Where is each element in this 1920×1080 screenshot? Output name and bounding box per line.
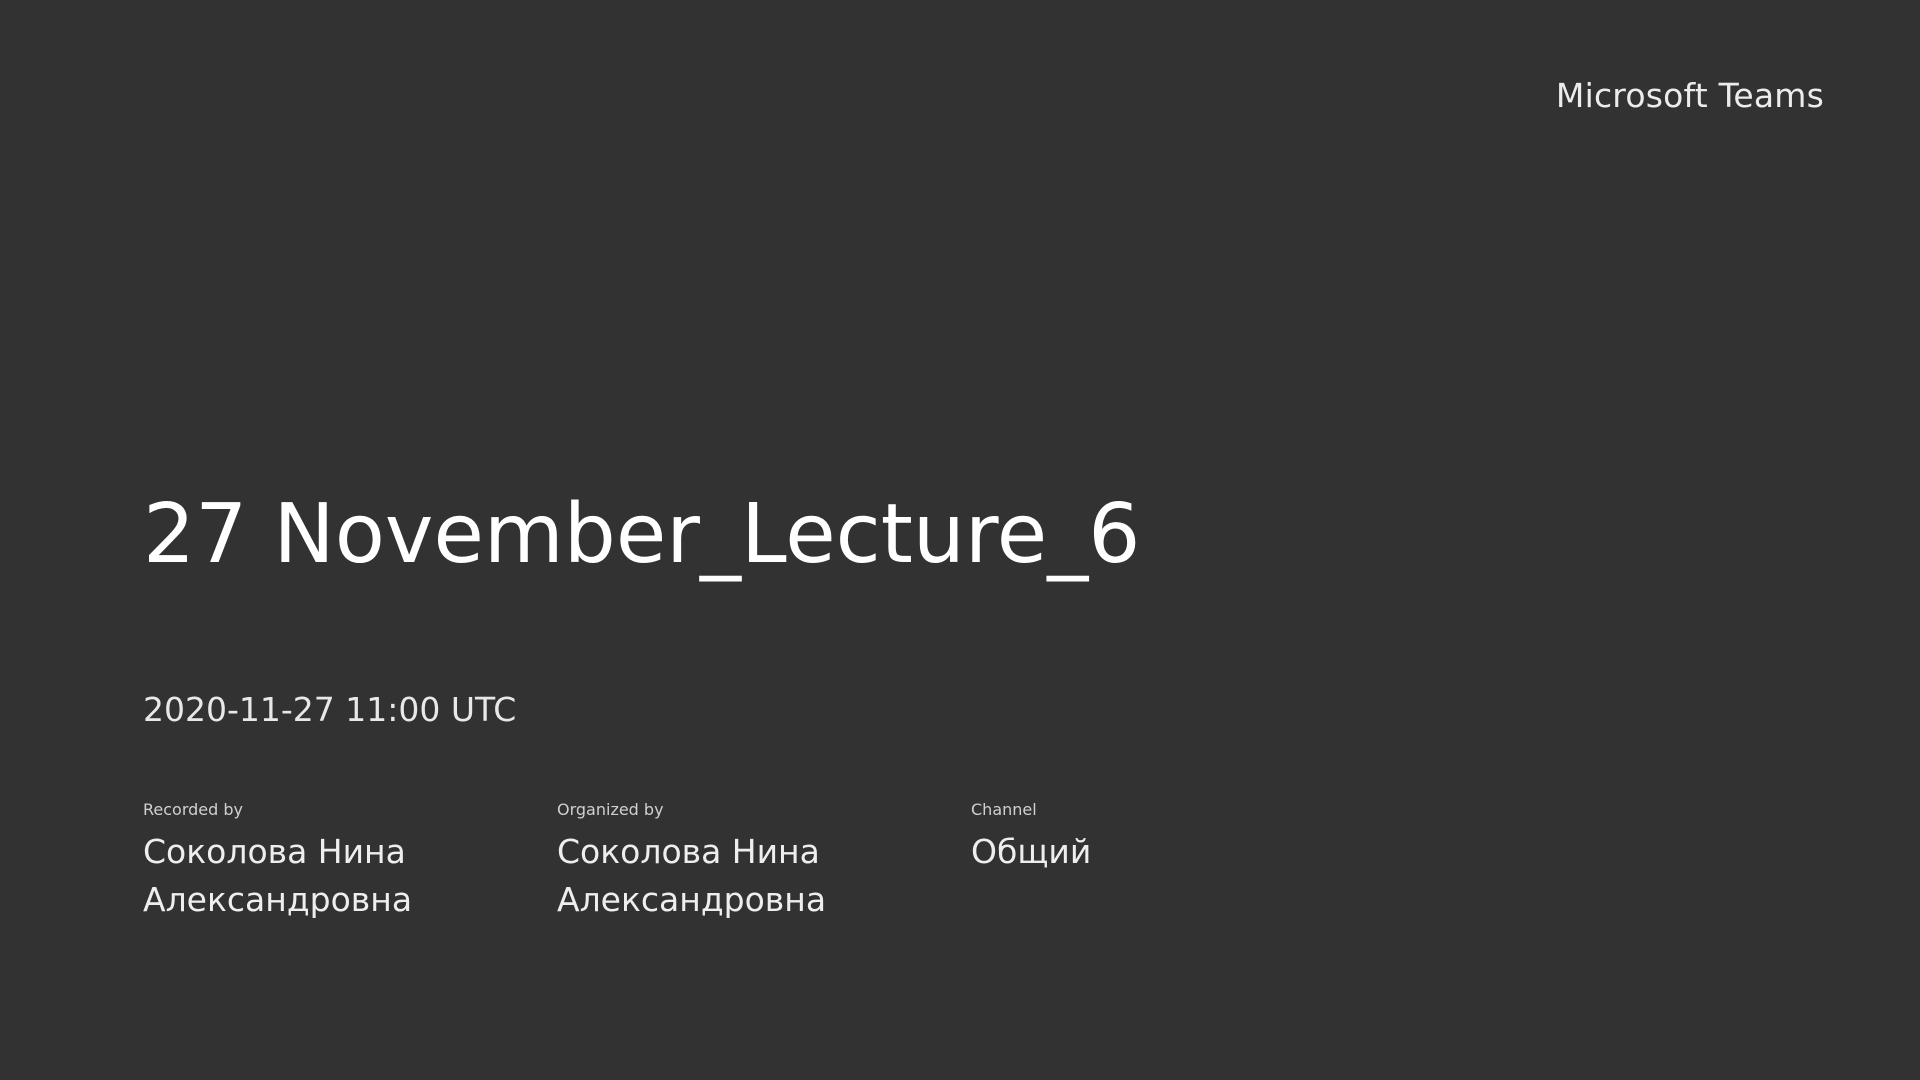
recorded-by-value: Соколова Нина Александровна — [143, 832, 413, 919]
recorded-by-label: Recorded by — [143, 800, 243, 819]
meeting-title: 27 November_Lecture_6 — [143, 487, 1141, 582]
organized-by-section: Organized by Соколова Нина Александровна — [557, 800, 971, 924]
recorded-by-section: Recorded by Соколова Нина Александровна — [143, 800, 557, 924]
meeting-meta: Recorded by Соколова Нина Александровна … — [143, 800, 1783, 924]
meeting-datetime: 2020-11-27 11:00 UTC — [143, 690, 517, 729]
channel-section: Channel Общий — [971, 800, 1385, 924]
channel-label: Channel — [971, 800, 1037, 819]
organized-by-value: Соколова Нина Александровна — [557, 832, 827, 919]
organized-by-label: Organized by — [557, 800, 664, 819]
app-brand-label: Microsoft Teams — [1555, 76, 1824, 115]
channel-value: Общий — [971, 832, 1092, 871]
recording-title-card: 27 November_Lecture_6 2020-11-27 11:00 U… — [143, 480, 1783, 924]
